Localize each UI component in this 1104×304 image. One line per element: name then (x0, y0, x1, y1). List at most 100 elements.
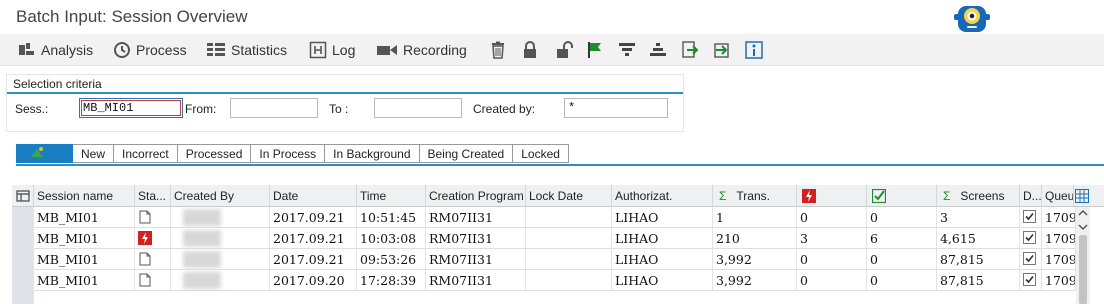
header-queue[interactable]: Queu (1042, 185, 1074, 207)
scroll-up-icon[interactable] (1076, 207, 1090, 219)
status-tabs: New Incorrect Processed In Process In Ba… (16, 144, 569, 163)
cell-time: 17:28:39 (357, 270, 426, 291)
cell-processed: 6 (867, 228, 937, 249)
filter-icon[interactable] (618, 41, 636, 59)
process-button[interactable]: Process (113, 40, 187, 60)
export-icon[interactable] (681, 41, 699, 59)
statistics-label: Statistics (231, 42, 288, 58)
redacted-block (183, 230, 221, 247)
header-creation-program[interactable]: Creation Program (426, 185, 526, 207)
error-flash-icon (802, 189, 816, 203)
header-d[interactable]: D... (1020, 185, 1042, 207)
cell-lock-date (526, 270, 612, 291)
table-row[interactable]: MB_MI01 2017.09.21 09:53:26 RM07II31 LIHAO 3,… (12, 249, 1076, 270)
table-row[interactable]: MB_MI01 2017.09.21 10:03:08 RM07II31 LIHAO 21… (12, 228, 1076, 249)
d-checkbox[interactable] (1020, 249, 1042, 270)
header-screens[interactable]: Σ Screens (937, 185, 1020, 207)
tab-underline (16, 164, 1104, 166)
table-row[interactable]: MB_MI01 2017.09.20 17:28:39 RM07II31 LIHAO 3,… (12, 270, 1076, 291)
log-button[interactable]: Log (309, 40, 355, 60)
cell-processed: 0 (867, 249, 937, 270)
title-bar: Batch Input: Session Overview (0, 0, 1104, 34)
checkbox-checked-icon (1023, 231, 1036, 244)
statistics-button[interactable]: Statistics (206, 40, 287, 60)
row-selector[interactable] (12, 249, 34, 270)
flag-icon[interactable] (586, 41, 604, 59)
status-cell (135, 249, 171, 270)
header-processed[interactable] (867, 185, 937, 207)
cell-auth: LIHAO (612, 207, 713, 228)
cell-time: 09:53:26 (357, 249, 426, 270)
header-date[interactable]: Date (270, 185, 357, 207)
redacted-block (183, 272, 221, 289)
to-date-input[interactable] (374, 98, 462, 118)
tab-all[interactable] (16, 144, 73, 163)
created-by-cell (171, 270, 270, 291)
scroll-down-icon[interactable] (1076, 221, 1090, 233)
cell-date: 2017.09.21 (270, 207, 357, 228)
cell-queue: 1709 (1042, 207, 1076, 228)
tab-in-process[interactable]: In Process (251, 144, 326, 163)
d-checkbox[interactable] (1020, 270, 1042, 291)
cell-screens: 87,815 (937, 270, 1020, 291)
column-chooser-button[interactable] (1074, 185, 1092, 207)
cell-time: 10:51:45 (357, 207, 426, 228)
recording-button[interactable]: Recording (376, 40, 467, 60)
mascot-icon[interactable] (952, 2, 992, 34)
statistics-icon (207, 43, 225, 56)
header-authorizat[interactable]: Authorizat. (612, 185, 713, 207)
to-label: To : (329, 102, 349, 116)
delete-icon[interactable] (489, 41, 507, 59)
session-input[interactable]: MB_MI01 (79, 98, 183, 118)
info-icon[interactable] (745, 41, 763, 59)
row-selector (12, 291, 34, 304)
d-checkbox[interactable] (1020, 228, 1042, 249)
analysis-button[interactable]: Analysis (18, 40, 93, 60)
sort-icon[interactable] (649, 41, 667, 59)
tab-locked[interactable]: Locked (513, 144, 569, 163)
document-icon (139, 273, 151, 287)
cell-lock-date (526, 249, 612, 270)
vertical-scrollbar[interactable] (1076, 207, 1090, 304)
grid-icon (1075, 189, 1089, 203)
redacted-block (183, 251, 221, 268)
lock-icon[interactable] (521, 41, 539, 59)
header-trans-label: Trans. (736, 189, 770, 203)
status-cell (135, 207, 171, 228)
tab-processed[interactable]: Processed (177, 144, 252, 163)
tab-incorrect[interactable]: Incorrect (114, 144, 178, 163)
header-status[interactable]: Sta... (135, 185, 171, 207)
d-checkbox[interactable] (1020, 207, 1042, 228)
created-by-input[interactable]: * (564, 98, 668, 118)
header-created-by[interactable]: Created By (171, 185, 270, 207)
cell-errors: 0 (797, 270, 867, 291)
cell-trans: 3,992 (713, 249, 797, 270)
cell-screens: 3 (937, 207, 1020, 228)
unlock-icon[interactable] (555, 41, 573, 59)
cell-lock-date (526, 228, 612, 249)
recording-label: Recording (403, 42, 467, 58)
tab-new[interactable]: New (73, 144, 115, 163)
table-settings-icon (16, 190, 30, 202)
tab-being-created[interactable]: Being Created (419, 144, 514, 163)
cell-auth: LIHAO (612, 270, 713, 291)
table-row[interactable]: MB_MI01 2017.09.21 10:51:45 RM07II31 LIHAO 1 0… (12, 207, 1076, 228)
column-settings-button[interactable] (12, 185, 34, 207)
tab-in-background[interactable]: In Background (325, 144, 420, 163)
created-by-cell (171, 207, 270, 228)
row-selector[interactable] (12, 228, 34, 249)
row-selector[interactable] (12, 270, 34, 291)
header-time[interactable]: Time (357, 185, 426, 207)
import-icon[interactable] (713, 41, 731, 59)
scrollbar-thumb[interactable] (1079, 235, 1087, 304)
row-selector[interactable] (12, 207, 34, 228)
header-lock-date[interactable]: Lock Date (526, 185, 612, 207)
selection-criteria-title: Selection criteria (13, 77, 102, 91)
from-date-input[interactable] (230, 98, 318, 118)
header-errors[interactable] (797, 185, 867, 207)
header-trans[interactable]: Σ Trans. (713, 185, 797, 207)
header-session-name[interactable]: Session name (34, 185, 135, 207)
status-cell (135, 270, 171, 291)
cell-errors: 0 (797, 249, 867, 270)
cell-trans: 210 (713, 228, 797, 249)
